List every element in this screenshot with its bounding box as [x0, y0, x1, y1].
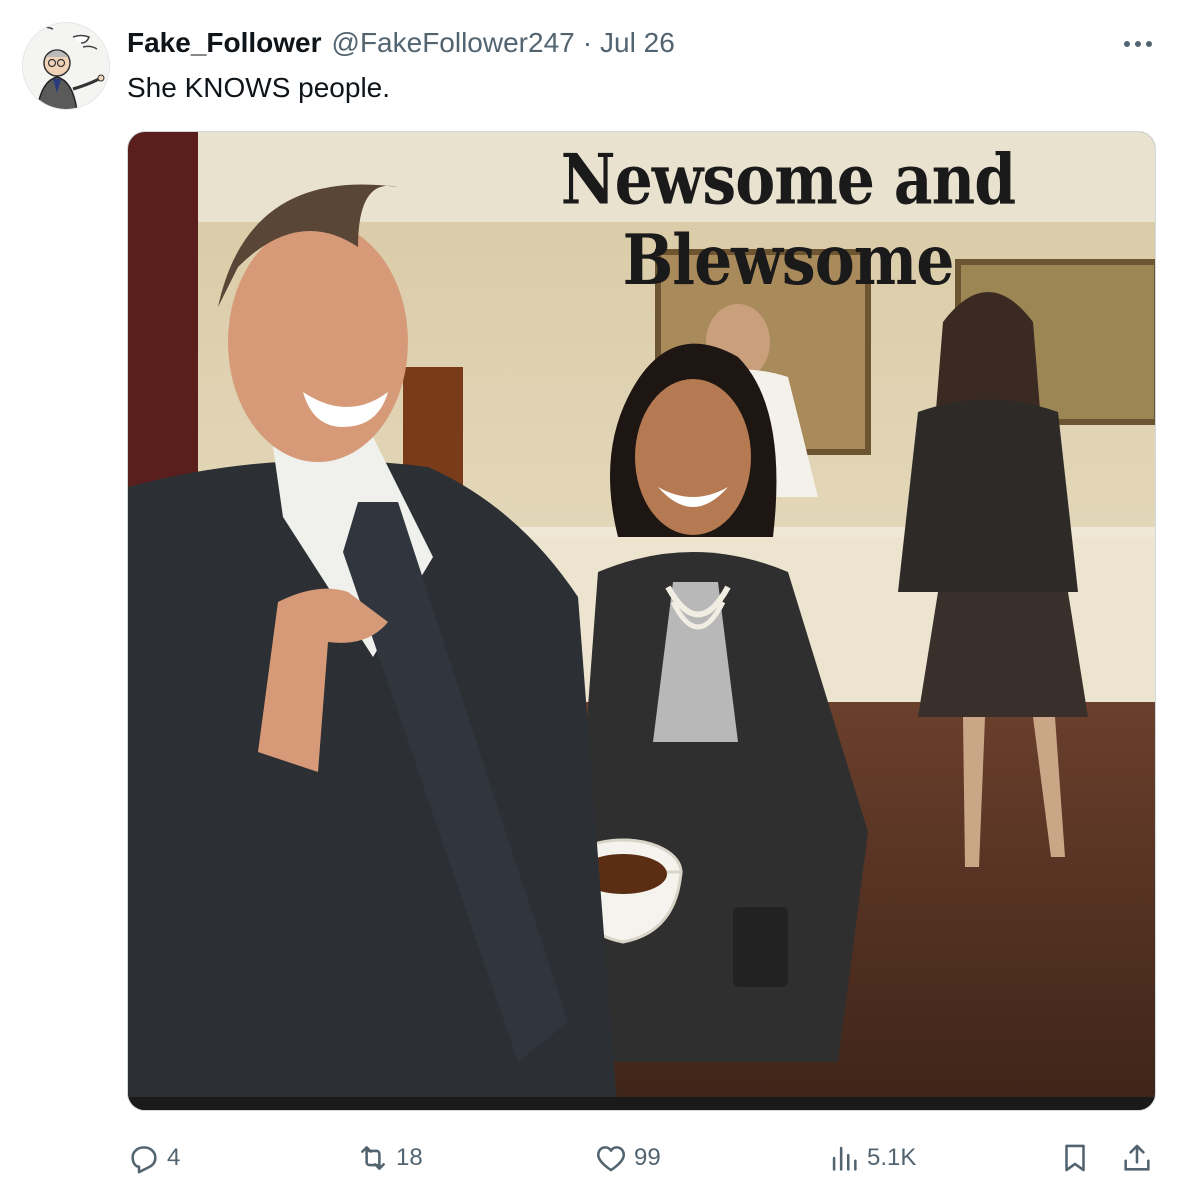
tweet-media-photo[interactable]: Newsome and Blewsome: [127, 131, 1156, 1111]
bookmark-icon: [1065, 1144, 1085, 1172]
view-count: 5.1K: [867, 1144, 917, 1171]
share-icon: [1124, 1144, 1150, 1171]
tweet-actions-bar: 4 18 99 5.1K: [0, 1130, 1190, 1190]
tweet: Fake_Follower @FakeFollower247 · Jul 26 …: [0, 0, 1190, 1200]
tweet-date[interactable]: Jul 26: [600, 27, 675, 59]
more-horizontal-icon: [1124, 41, 1152, 47]
retweet-icon: [361, 1146, 385, 1170]
user-handle[interactable]: @FakeFollower247: [332, 27, 575, 59]
avatar[interactable]: [22, 22, 110, 110]
share-button[interactable]: [1120, 1136, 1154, 1180]
display-name[interactable]: Fake_Follower: [127, 27, 322, 59]
reply-icon: [131, 1146, 157, 1174]
like-button[interactable]: 99: [594, 1136, 661, 1180]
tweet-text: She KNOWS people.: [127, 72, 391, 103]
bookmark-button[interactable]: [1058, 1136, 1092, 1180]
separator-dot: ·: [582, 27, 593, 58]
reply-button[interactable]: 4: [127, 1136, 180, 1180]
avatar-cartoon-icon: [23, 23, 109, 109]
more-options-button[interactable]: [1118, 30, 1158, 54]
retweet-button[interactable]: 18: [356, 1136, 423, 1180]
meme-caption: Newsome and Blewsome: [560, 140, 1016, 301]
retweet-count: 18: [396, 1144, 423, 1171]
heart-icon: [596, 1146, 626, 1172]
views-button[interactable]: 5.1K: [827, 1136, 916, 1180]
bar-chart-icon: [832, 1146, 857, 1171]
reply-count: 4: [167, 1144, 181, 1171]
tweet-header: Fake_Follower @FakeFollower247 · Jul 26: [127, 27, 675, 61]
like-count: 99: [634, 1144, 661, 1171]
